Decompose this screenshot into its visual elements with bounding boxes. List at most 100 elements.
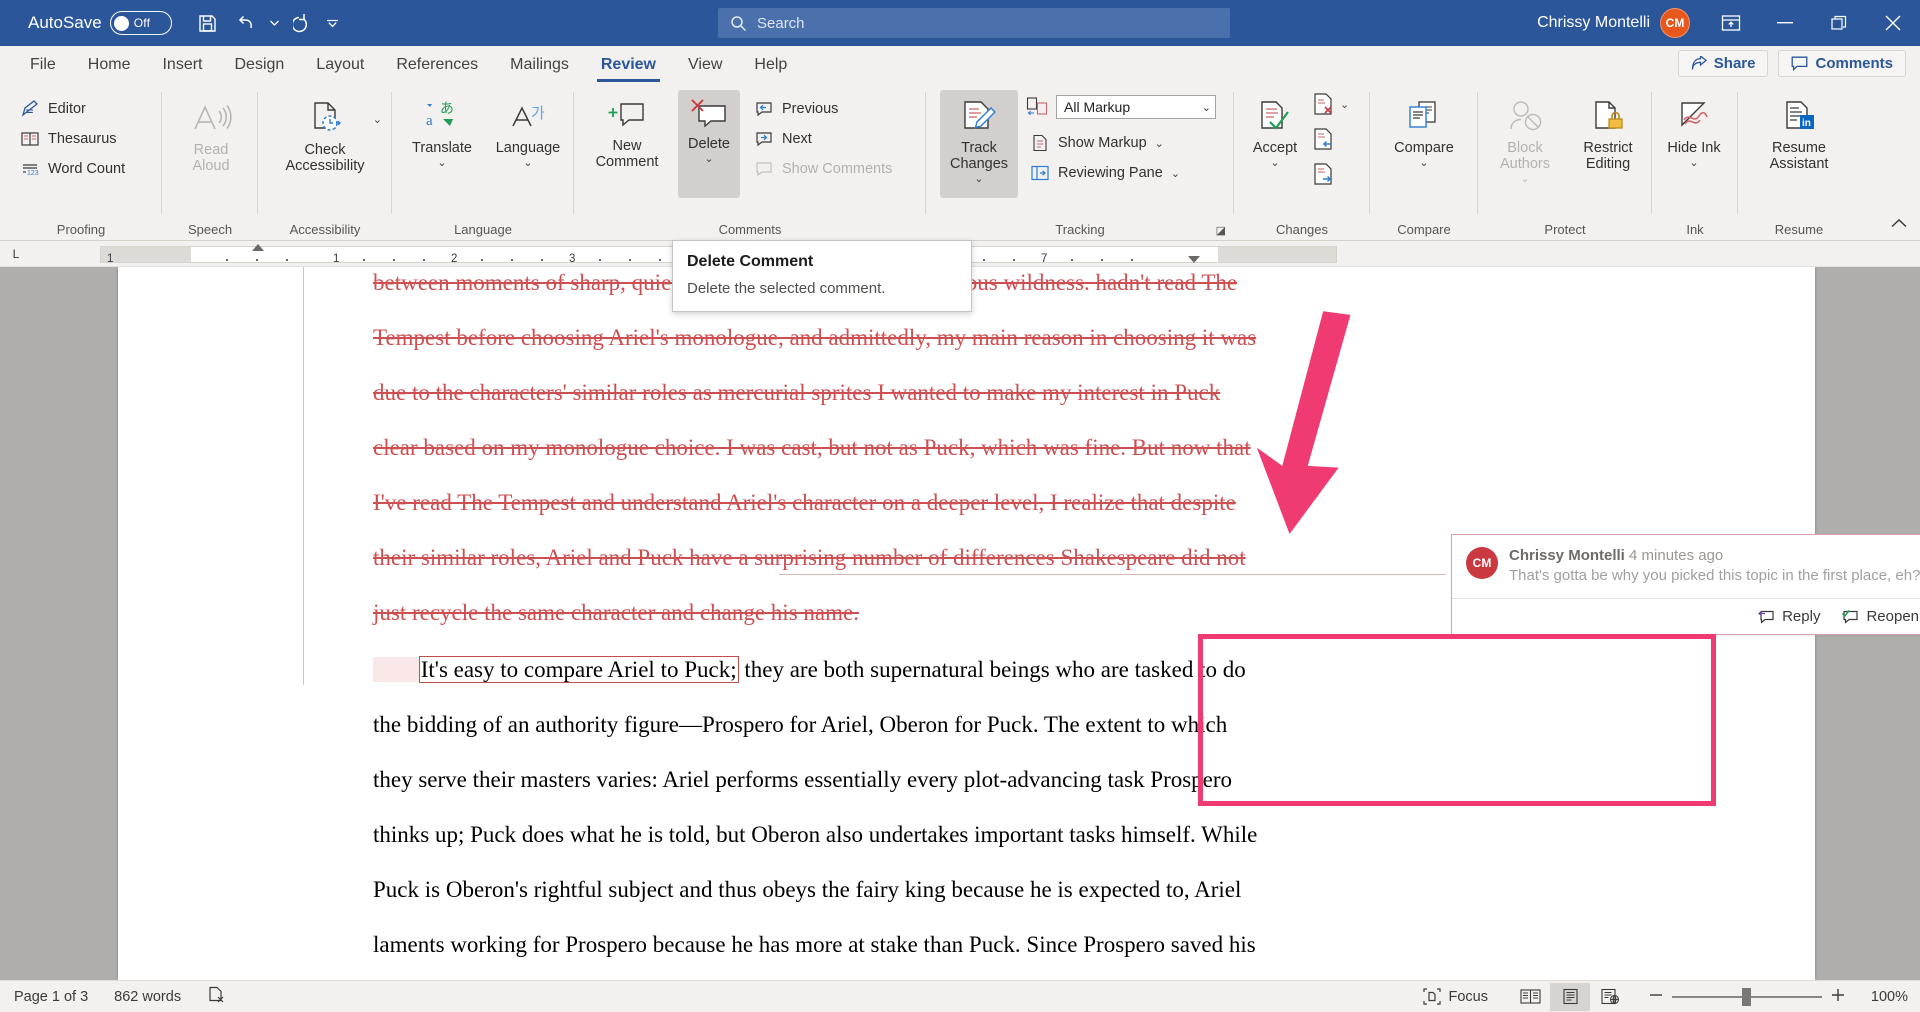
chevron-down-icon[interactable]: ⌄ (1340, 98, 1349, 111)
chevron-down-icon[interactable]: ⌄ (1520, 172, 1529, 185)
language-button[interactable]: 가 Language ⌄ (488, 90, 568, 169)
chevron-down-icon[interactable]: ⌄ (1689, 156, 1698, 169)
read-aloud-button[interactable]: Read Aloud (176, 90, 246, 174)
print-layout-button[interactable] (1550, 983, 1590, 1011)
zoom-slider-track[interactable] (1672, 996, 1822, 998)
zoom-slider-thumb[interactable] (1742, 988, 1751, 1006)
zoom-in-icon[interactable] (1830, 987, 1846, 1007)
hide-ink-button[interactable]: Hide Ink ⌄ (1660, 90, 1728, 169)
ribbon-display-options-icon[interactable] (1704, 0, 1758, 46)
chevron-down-icon[interactable]: ⌄ (974, 172, 983, 185)
translate-button[interactable]: a あ Translate ⌄ (400, 90, 484, 169)
tab-stop-left-icon[interactable]: L (6, 245, 26, 263)
zoom-level[interactable]: 100% (1856, 989, 1908, 1005)
undo-icon[interactable] (228, 6, 264, 40)
minimize-icon[interactable] (1758, 0, 1812, 46)
chevron-down-icon[interactable]: ⌄ (1155, 137, 1164, 150)
autosave-toggle[interactable]: Off (110, 11, 172, 35)
tab-mailings[interactable]: Mailings (494, 48, 585, 82)
tab-view[interactable]: View (672, 48, 738, 82)
comments-button[interactable]: Comments (1778, 50, 1906, 77)
tab-insert[interactable]: Insert (146, 48, 218, 82)
restore-icon[interactable] (1812, 0, 1866, 46)
word-count-button[interactable]: 123 Word Count (16, 156, 129, 182)
collapse-ribbon-icon[interactable] (1890, 216, 1908, 234)
autosave-toggle-group[interactable]: AutoSave Off (28, 11, 172, 35)
share-button[interactable]: Share (1678, 50, 1769, 77)
show-comments-icon (754, 160, 774, 178)
comment-anchor-text[interactable]: It's easy to compare Ariel to Puck; (419, 656, 739, 683)
save-icon[interactable] (190, 6, 226, 40)
block-authors-button[interactable]: Block Authors ⌄ (1484, 90, 1566, 185)
restrict-editing-button[interactable]: Restrict Editing (1570, 90, 1646, 172)
tracking-dialog-launcher[interactable]: ◪ (1216, 224, 1226, 237)
zoom-slider[interactable] (1648, 987, 1846, 1007)
reject-change-icon (1312, 92, 1336, 116)
page-status[interactable]: Page 1 of 3 (14, 989, 88, 1005)
comment-reply-button[interactable]: Reply (1756, 608, 1820, 625)
comment-reopen-button[interactable]: Reopen (1840, 608, 1919, 625)
search-box[interactable]: Search (718, 8, 1230, 38)
chevron-down-icon[interactable]: ⌄ (704, 152, 713, 165)
chevron-down-icon[interactable]: ⌄ (1270, 156, 1279, 169)
tab-file[interactable]: File (14, 48, 72, 82)
account-manager[interactable]: Chrissy Montelli CM (1537, 8, 1690, 38)
document-page[interactable]: between moments of sharp, quiet intensit… (118, 267, 1815, 980)
read-mode-button[interactable] (1510, 983, 1550, 1011)
check-accessibility-button[interactable]: Check Accessibility ⌄ (264, 90, 386, 174)
proofing-errors-icon[interactable] (207, 986, 226, 1007)
comments-label: Comments (1815, 55, 1893, 72)
comment-card[interactable]: CM Chrissy Montelli 4 minutes ago That's… (1451, 534, 1920, 635)
ribbon: Editor Thesaurus 123 Word Count Proofing (0, 82, 1920, 241)
next-label: Next (782, 131, 812, 147)
document-body[interactable]: between moments of sharp, quiet intensit… (373, 267, 1323, 972)
ruler-right-margin (1218, 247, 1336, 262)
previous-change-button[interactable] (1312, 127, 1336, 156)
redo-icon[interactable] (286, 6, 322, 40)
display-for-review-combo[interactable]: All Markup ⌄ (1056, 95, 1216, 119)
show-comments-button[interactable]: Show Comments (750, 156, 896, 182)
tab-review[interactable]: Review (585, 48, 672, 82)
customize-quick-access-toolbar-icon[interactable] (324, 6, 342, 40)
avatar[interactable]: CM (1660, 8, 1690, 38)
chevron-down-icon[interactable]: ⌄ (373, 113, 382, 126)
new-comment-button[interactable]: New Comment (584, 90, 670, 170)
accept-change-button[interactable]: Accept ⌄ (1240, 90, 1310, 169)
editor-button[interactable]: Editor (16, 96, 90, 122)
chevron-down-icon[interactable]: ⌄ (523, 156, 532, 169)
chevron-down-icon[interactable]: ⌄ (1171, 167, 1180, 180)
tab-design[interactable]: Design (218, 48, 300, 82)
reject-change-button[interactable] (1312, 92, 1336, 121)
tab-help[interactable]: Help (738, 48, 803, 82)
web-layout-button[interactable] (1590, 983, 1630, 1011)
thesaurus-button[interactable]: Thesaurus (16, 126, 121, 152)
track-changes-button[interactable]: Track Changes ⌄ (940, 90, 1018, 198)
right-indent-marker[interactable] (1188, 256, 1200, 263)
chevron-down-icon[interactable]: ⌄ (1419, 156, 1428, 169)
first-line-indent-marker[interactable] (252, 244, 264, 251)
next-comment-button[interactable]: Next (750, 126, 816, 152)
tab-home[interactable]: Home (72, 48, 147, 82)
focus-mode-button[interactable]: Focus (1423, 988, 1489, 1005)
close-icon[interactable] (1866, 0, 1920, 46)
group-label-speech: Speech (162, 222, 258, 237)
autosave-toggle-knob (114, 16, 129, 31)
track-changes-icon (957, 98, 1001, 136)
show-markup-button[interactable]: Show Markup ⌄ (1026, 130, 1168, 156)
svg-text:123: 123 (27, 170, 39, 177)
resume-assistant-button[interactable]: in Resume Assistant (1746, 90, 1852, 172)
tab-references[interactable]: References (380, 48, 494, 82)
undo-dropdown-caret[interactable] (266, 6, 284, 40)
zoom-out-icon[interactable] (1648, 987, 1664, 1007)
tab-layout[interactable]: Layout (300, 48, 380, 82)
delete-comment-button[interactable]: Delete ⌄ (678, 90, 740, 198)
previous-comment-button[interactable]: Previous (750, 96, 842, 122)
chevron-down-icon[interactable]: ⌄ (1202, 101, 1211, 114)
ruler-number: 1 (107, 253, 113, 265)
ruler-number: 2 (451, 253, 457, 265)
next-change-button[interactable] (1312, 162, 1336, 191)
chevron-down-icon[interactable]: ⌄ (437, 156, 446, 169)
word-count-status[interactable]: 862 words (114, 989, 181, 1005)
compare-button[interactable]: Compare ⌄ (1378, 90, 1470, 169)
reviewing-pane-button[interactable]: Reviewing Pane ⌄ (1026, 160, 1184, 186)
